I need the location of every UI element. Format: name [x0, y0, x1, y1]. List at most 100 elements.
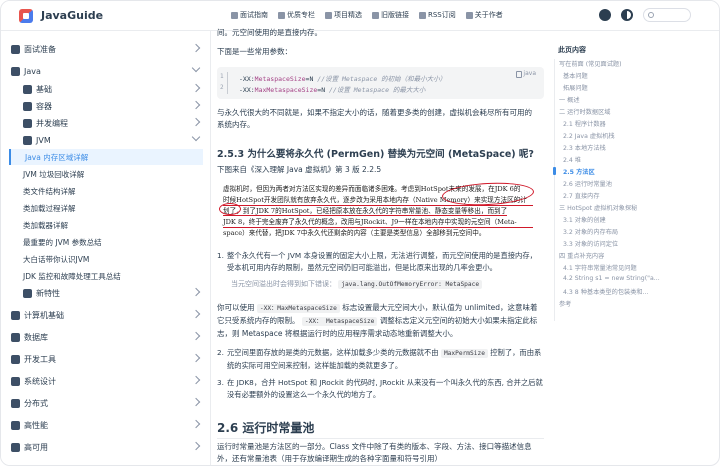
nav-link-rss[interactable]: RSS订阅 — [419, 10, 456, 20]
link-icon — [372, 11, 379, 19]
jvm-icon — [23, 135, 32, 145]
sidebar-item-jvm-intro[interactable]: 大白话带你认识JVM — [23, 251, 203, 267]
javaguide-logo-icon[interactable] — [19, 8, 33, 23]
toc-item[interactable]: 4.1 字符串常量池常见问题 — [563, 263, 637, 272]
code-line: -XX:MetaspaceSize=N //设置 Metaspace 的初始（和… — [239, 75, 447, 83]
table-of-contents: 此页内容 写在前面 (常见面试题) 基本问题 拓展问题 一 概述 二 运行时数据… — [546, 31, 719, 465]
code-lang: java — [523, 70, 536, 77]
toc-item[interactable]: 2.4 堆 — [563, 155, 581, 164]
chevron-right-icon — [191, 287, 201, 297]
theme-toggle-icon[interactable] — [621, 9, 633, 21]
sidebar-item-jvm-params[interactable]: 最重要的 JVM 参数总结 — [23, 234, 203, 250]
nav-link-legacy[interactable]: 旧版链接 — [372, 10, 409, 20]
sidebar-item-jdk-tools[interactable]: JDK 监控和故障处理工具总结 — [23, 268, 203, 284]
interview-icon — [11, 44, 20, 54]
toc-item[interactable]: 参考 — [559, 299, 571, 308]
inline-code: -XX： MetaspaceSize — [301, 317, 378, 326]
toc-title: 此页内容 — [558, 46, 586, 54]
sidebar-item-high-availability[interactable]: 高可用 — [11, 439, 203, 455]
runtime-constant-pool-text: 运行时常量池是方法区的一部分。Class 文件中除了有类的版本、字段、方法、接口… — [217, 442, 532, 463]
section-heading-2-6[interactable]: 2.6 运行时常量池 — [217, 419, 314, 436]
book-icon — [231, 11, 238, 19]
sidebar-item-java[interactable]: Java — [11, 63, 203, 79]
toc-item[interactable]: 写在前面 (常见面试题) — [559, 59, 621, 68]
toc-item-active[interactable]: 2.5 方法区 — [563, 167, 595, 176]
chevron-right-icon — [191, 117, 201, 127]
chevron-down-icon — [191, 132, 201, 142]
github-icon — [325, 11, 332, 19]
sidebar-item-new-features[interactable]: 新特性 — [23, 285, 203, 301]
container-icon — [23, 101, 32, 111]
chevron-right-icon — [191, 43, 201, 53]
toc-item[interactable]: 一 概述 — [559, 95, 580, 104]
toc-item[interactable]: 3.2 对象的内存布局 — [563, 227, 618, 236]
toc-rail — [554, 59, 555, 321]
sidebar-item-basics[interactable]: 基础 — [23, 81, 203, 97]
sidebar-item-collections[interactable]: 容器 — [23, 98, 203, 114]
availability-icon — [11, 442, 20, 452]
book-line: JDK 8，终于完全废弃了永久代的概念，改用与JRockit、J9一样在本地内存… — [223, 217, 533, 228]
copy-icon[interactable] — [516, 71, 522, 78]
toc-item[interactable]: 基本问题 — [563, 71, 588, 80]
toc-item[interactable]: 4.2 String s1 = new String("a... — [563, 275, 660, 282]
section-heading-2-5-3[interactable]: 2.5.3 为什么要将永久代 (PermGen) 替换为元空间 (MetaSpa… — [217, 146, 534, 160]
sidebar-item-jvm[interactable]: JVM — [23, 132, 203, 148]
sidebar-item-class-loader[interactable]: 类加载器详解 — [23, 217, 203, 233]
design-icon — [11, 376, 20, 386]
sidebar: 面试准备 Java 基础 容器 并发编程 JVM Java 内存区域详解 JVM… — [1, 31, 211, 465]
sidebar-item-cs-basics[interactable]: 计算机基础 — [11, 307, 203, 323]
chevron-right-icon — [191, 375, 201, 385]
sidebar-item-dev-tools[interactable]: 开发工具 — [11, 351, 203, 367]
chevron-right-icon — [191, 441, 201, 451]
book-source-text: 下图来自《深入理解 Java 虚拟机》第 3 版 2.2.5 — [217, 165, 382, 174]
line-number: 1 — [220, 73, 224, 80]
chevron-right-icon — [191, 353, 201, 363]
sidebar-item-interview-prep[interactable]: 面试准备 — [11, 41, 203, 57]
toc-item[interactable]: 三 HotSpot 虚拟机对象探秘 — [559, 203, 637, 212]
sidebar-item-gc[interactable]: JVM 垃圾回收详解 — [23, 166, 203, 182]
sidebar-item-database[interactable]: 数据库 — [11, 329, 203, 345]
toc-item[interactable]: 2.3 本地方法栈 — [563, 143, 606, 152]
sidebar-item-system-design[interactable]: 系统设计 — [11, 373, 203, 389]
nav-link-projects[interactable]: 项目精选 — [325, 10, 362, 20]
toc-item[interactable]: 3.1 对象的创建 — [563, 215, 606, 224]
search-box[interactable] — [643, 8, 691, 22]
list-item: 3. 在 JDK8，合并 HotSpot 和 JRockit 的代码时, JRoc… — [217, 378, 543, 399]
chevron-right-icon — [191, 100, 201, 110]
toc-item[interactable]: 4.3 8 种基本类型的包装类和... — [563, 287, 649, 296]
toc-item[interactable]: 2.2 Java 虚拟机栈 — [563, 131, 615, 140]
toc-item[interactable]: 四 重点补充内容 — [559, 251, 604, 260]
divider — [217, 438, 544, 439]
code-block: java 1 2 -XX:MetaspaceSize=N //设置 Metasp… — [217, 67, 544, 99]
book-line: 划了，到了JDK 7的HotSpot，已经把原本放在永久代的字符串常量池、静态变… — [223, 207, 508, 216]
params-intro: 下面是一些常用参数： — [217, 47, 292, 56]
toc-item[interactable]: 二 运行时数据区域 — [559, 107, 610, 116]
inline-code: MaxPermSize — [440, 349, 488, 358]
github-icon[interactable] — [599, 9, 611, 21]
line-number: 2 — [220, 84, 224, 91]
quote-block: 当元空间溢出时会得到如下错误： java.lang.OutOfMemoryErr… — [231, 279, 541, 289]
sidebar-item-class-file[interactable]: 类文件结构详解 — [23, 183, 203, 199]
toc-item[interactable]: 2.6 运行时常量池 — [563, 179, 612, 188]
star-icon — [278, 11, 285, 19]
sidebar-item-class-loading[interactable]: 类加载过程详解 — [23, 200, 203, 216]
sidebar-item-memory-area[interactable]: Java 内存区域详解 — [9, 149, 203, 165]
site-brand[interactable]: JavaGuide — [41, 9, 103, 22]
toc-item[interactable]: 3.3 对象的访问定位 — [563, 239, 618, 248]
rss-icon — [419, 11, 426, 19]
intro-text: 间。元空间使用的是直接内存。 — [217, 28, 322, 37]
browser-frame: JavaGuide 面试指南 优质专栏 项目精选 旧版链接 RSS订阅 关于作者… — [0, 0, 720, 466]
toc-item[interactable]: 2.1 程序计数器 — [563, 119, 606, 128]
toc-item[interactable]: 2.7 直接内存 — [563, 191, 600, 200]
toc-item[interactable]: 拓展问题 — [563, 83, 588, 92]
sidebar-item-distributed[interactable]: 分布式 — [11, 395, 203, 411]
nav-link-columns[interactable]: 优质专栏 — [278, 10, 315, 20]
sidebar-item-concurrency[interactable]: 并发编程 — [23, 115, 203, 131]
nav-link-interview[interactable]: 面试指南 — [231, 10, 268, 20]
inline-code: java.lang.OutOfMemoryError: MetaSpace — [338, 280, 483, 289]
nav-link-about[interactable]: 关于作者 — [465, 10, 503, 20]
chevron-down-icon — [191, 63, 201, 73]
sidebar-item-high-performance[interactable]: 高性能 — [11, 417, 203, 433]
chevron-right-icon — [191, 309, 201, 319]
tools-icon — [11, 354, 20, 364]
